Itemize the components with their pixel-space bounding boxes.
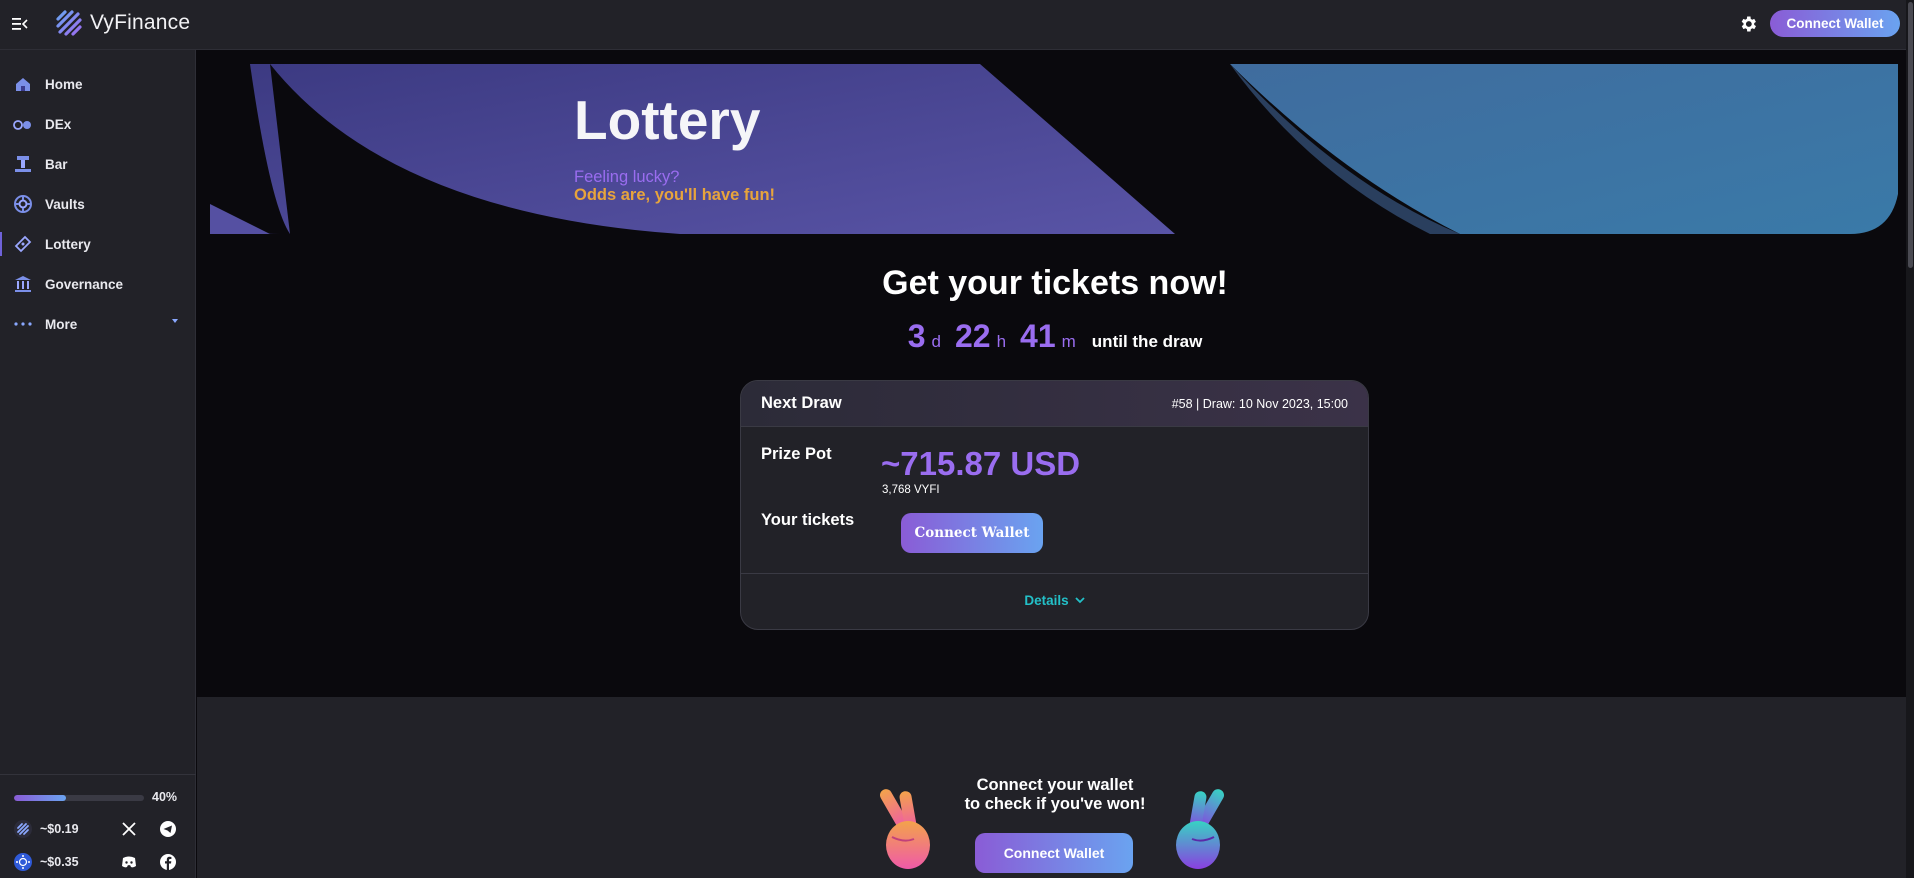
countdown-timer: 3 d 22 h 41 m until the draw <box>196 318 1914 355</box>
prize-pot-label: Prize Pot <box>761 445 832 463</box>
gear-icon[interactable] <box>1738 14 1760 36</box>
countdown-tail: until the draw <box>1091 332 1203 351</box>
crossed-fingers-icon <box>880 789 930 869</box>
draw-meta: #58 | Draw: 10 Nov 2023, 15:00 <box>1171 396 1348 411</box>
scrollbar-thumb[interactable] <box>1908 2 1913 268</box>
sidebar-item-home[interactable]: Home <box>0 64 196 104</box>
countdown-hours: 22 <box>954 318 991 354</box>
chevron-down-icon <box>172 319 178 323</box>
sidebar-item-label: DEx <box>45 116 72 132</box>
details-toggle[interactable]: Details <box>741 593 1368 608</box>
prize-pot-token-amount: 3,768 VYFI <box>882 484 940 496</box>
header-connect-wallet-button[interactable]: Connect Wallet <box>1770 10 1900 37</box>
app-name: VyFinance <box>90 11 191 34</box>
sidebar-item-vaults[interactable]: Vaults <box>0 184 196 224</box>
prize-pot-value: ~715.87 USD <box>881 445 1081 482</box>
bar-icon <box>13 154 33 174</box>
sidebar: Home DEx Bar Vaults Lottery Governance M… <box>0 50 196 878</box>
countdown-hours-unit: h <box>996 332 1007 351</box>
vyfi-price-label: ~$0.19 <box>40 822 79 836</box>
ada-token-icon <box>14 853 32 871</box>
sidebar-item-governance[interactable]: Governance <box>0 264 196 304</box>
check-win-connect-wallet-button[interactable]: Connect Wallet <box>975 833 1133 873</box>
details-label: Details <box>1024 593 1069 608</box>
countdown-days-unit: d <box>931 332 941 351</box>
hero-subtitle: Feeling lucky? <box>574 168 680 186</box>
check-win-line1: Connect your wallet <box>976 776 1134 794</box>
countdown-days: 3 <box>907 318 926 354</box>
ada-price: ~$0.35 <box>14 853 79 871</box>
card-connect-wallet-button[interactable]: Connect Wallet <box>901 513 1043 553</box>
discord-icon[interactable] <box>120 853 138 871</box>
card-header: Next Draw #58 | Draw: 10 Nov 2023, 15:00 <box>741 381 1368 427</box>
your-tickets-label: Your tickets <box>761 511 855 529</box>
progress-label: 40% <box>152 790 178 804</box>
progress-bar <box>14 795 144 801</box>
countdown-minutes: 41 <box>1020 318 1056 354</box>
sidebar-item-dex[interactable]: DEx <box>0 104 196 144</box>
sidebar-item-label: Vaults <box>45 196 85 212</box>
sidebar-item-lottery[interactable]: Lottery <box>0 224 196 264</box>
crossed-fingers-icon <box>1176 789 1224 869</box>
vyfi-token-icon <box>14 820 32 838</box>
vyfinance-logo-icon <box>56 10 82 36</box>
sidebar-item-label: Lottery <box>45 236 91 252</box>
dex-icon <box>13 114 33 134</box>
card-divider <box>741 573 1368 574</box>
governance-icon <box>13 274 33 294</box>
sidebar-item-label: Bar <box>45 156 68 172</box>
card-title: Next Draw <box>761 394 842 412</box>
page-scrollbar[interactable] <box>1906 0 1914 878</box>
sidebar-footer: 40% ~$0.19 ~$0.35 <box>0 774 196 878</box>
ada-price-label: ~$0.35 <box>40 855 79 869</box>
chevron-down-icon <box>1075 597 1085 604</box>
check-win-message: Connect your wallet to check if you've w… <box>940 776 1170 814</box>
next-draw-card: Next Draw #58 | Draw: 10 Nov 2023, 15:00… <box>740 380 1369 630</box>
sidebar-item-more[interactable]: More <box>0 304 196 344</box>
sidebar-item-label: More <box>45 316 78 332</box>
top-bar: VyFinance Connect Wallet <box>0 0 1914 50</box>
countdown-minutes-unit: m <box>1061 332 1076 351</box>
home-icon <box>13 74 33 94</box>
page-title: Lottery <box>574 89 761 151</box>
menu-collapse-icon[interactable] <box>10 14 30 34</box>
ticket-icon <box>13 234 33 254</box>
sidebar-item-bar[interactable]: Bar <box>0 144 196 184</box>
progress-fill <box>14 795 66 801</box>
tickets-heading: Get your tickets now! <box>882 264 1228 302</box>
facebook-icon[interactable] <box>159 853 177 871</box>
vyfi-price: ~$0.19 <box>14 820 79 838</box>
sidebar-item-label: Governance <box>45 276 124 292</box>
check-win-line2: to check if you've won! <box>964 795 1146 813</box>
sidebar-item-label: Home <box>45 76 83 92</box>
telegram-icon[interactable] <box>159 820 177 838</box>
hero-tagline: Odds are, you'll have fun! <box>574 186 776 204</box>
vault-icon <box>13 194 33 214</box>
hero-banner <box>210 64 1898 234</box>
app-logo[interactable]: VyFinance <box>55 9 190 37</box>
x-icon[interactable] <box>120 820 138 838</box>
dots-icon <box>13 314 33 334</box>
